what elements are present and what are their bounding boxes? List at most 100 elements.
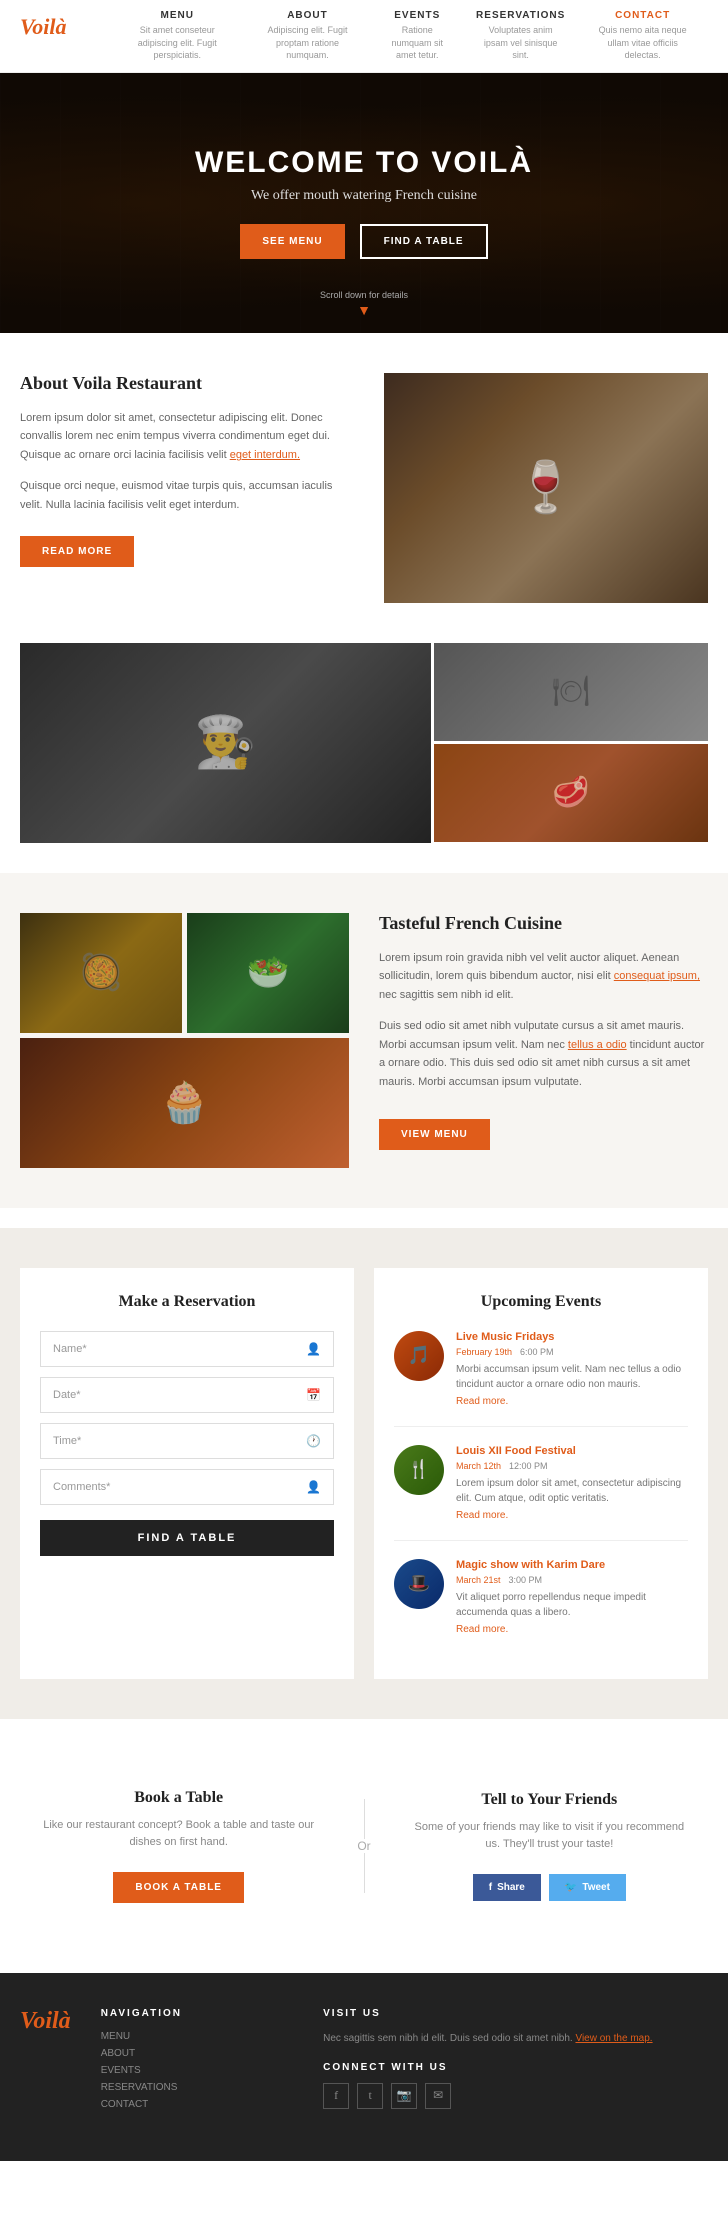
instagram-footer-icon[interactable]: 📷 <box>391 2083 417 2109</box>
fb-label: Share <box>497 1882 525 1893</box>
footer-nav-about[interactable]: ABOUT <box>101 2048 293 2059</box>
find-table-button[interactable]: FIND A TABLE <box>360 224 488 259</box>
event-date-3: March 21st <box>456 1575 501 1585</box>
events-title: Upcoming Events <box>394 1293 688 1311</box>
events-box: Upcoming Events 🎵 Live Music Fridays Feb… <box>374 1268 708 1679</box>
tw-label: Tweet <box>582 1882 610 1893</box>
name-label: Name* <box>53 1343 87 1355</box>
nav-desc-menu: Sit amet conseteur adipiscing elit. Fugi… <box>122 24 233 62</box>
event-item-3: 🎩 Magic show with Karim Dare March 21st … <box>394 1559 688 1654</box>
comments-field[interactable]: Comments* 👤 <box>40 1469 334 1505</box>
read-more-button[interactable]: READ MORE <box>20 536 134 567</box>
footer-connect-title: CONNECT WITH US <box>323 2062 708 2073</box>
footer-navigation: NAVIGATION MENU ABOUT EVENTS RESERVATION… <box>101 2008 293 2116</box>
facebook-icon: f <box>489 1882 492 1893</box>
footer-top: Voilà NAVIGATION MENU ABOUT EVENTS RESER… <box>20 2008 708 2116</box>
event-thumb-1: 🎵 <box>394 1331 444 1381</box>
footer-visit-text: Nec sagittis sem nibh id elit. Duis sed … <box>323 2031 708 2047</box>
footer-visit: VISIT US Nec sagittis sem nibh id elit. … <box>323 2008 708 2116</box>
comments-label: Comments* <box>53 1481 110 1493</box>
event-info-3: Magic show with Karim Dare March 21st 3:… <box>456 1559 688 1636</box>
social-icons: f t 📷 ✉ <box>323 2083 708 2109</box>
reservation-title: Make a Reservation <box>40 1293 334 1311</box>
facebook-share-button[interactable]: f Share <box>473 1874 541 1901</box>
event-desc-1: Morbi accumsan ipsum velit. Nam nec tell… <box>456 1362 688 1392</box>
food1-photo <box>20 913 182 1033</box>
event-readmore-3[interactable]: Read more. <box>456 1624 508 1635</box>
date-field[interactable]: Date* 📅 <box>40 1377 334 1413</box>
event-thumb-3: 🎩 <box>394 1559 444 1609</box>
nav-desc-events: Ratione numquam sit amet tetur. <box>382 24 452 62</box>
twitter-footer-icon[interactable]: t <box>357 2083 383 2109</box>
footer-nav-list: MENU ABOUT EVENTS RESERVATIONS CONTACT <box>101 2031 293 2110</box>
share-title: Tell to Your Friends <box>411 1791 688 1809</box>
event-thumb-2: 🍴 <box>394 1445 444 1495</box>
event-date-1: February 19th <box>456 1347 512 1357</box>
footer-nav-menu[interactable]: MENU <box>101 2031 293 2042</box>
footer-nav-contact[interactable]: CONTACT <box>101 2099 293 2110</box>
clock-icon: 🕐 <box>306 1434 321 1448</box>
or-text: Or <box>357 1839 370 1853</box>
twitter-share-button[interactable]: 🐦 Tweet <box>549 1874 626 1901</box>
see-menu-button[interactable]: SEE MENU <box>240 224 344 259</box>
nav-label-contact: CONTACT <box>589 10 696 21</box>
cuisine-link-2[interactable]: tellus a odio <box>568 1039 627 1051</box>
twitter-icon: 🐦 <box>565 1882 577 1893</box>
nav-desc-about: Adipiscing elit. Fugit proptam ratione n… <box>257 24 359 62</box>
about-p1: Lorem ipsum dolor sit amet, consectetur … <box>20 409 344 465</box>
event-time-3: 3:00 PM <box>509 1575 543 1585</box>
event-readmore-1[interactable]: Read more. <box>456 1396 508 1407</box>
cuisine-section: Tasteful French Cuisine Lorem ipsum roin… <box>0 873 728 1208</box>
navigation: Voilà MENU Sit amet conseteur adipiscing… <box>0 0 728 73</box>
event-meta-3: March 21st 3:00 PM <box>456 1575 688 1585</box>
nav-item-about[interactable]: ABOUT Adipiscing elit. Fugit proptam rat… <box>245 10 371 62</box>
nav-items: MENU Sit amet conseteur adipiscing elit.… <box>110 10 708 62</box>
about-title: About Voila Restaurant <box>20 373 344 394</box>
find-table-form-button[interactable]: FIND A TABLE <box>40 1520 334 1556</box>
about-image <box>384 373 708 603</box>
time-label: Time* <box>53 1435 81 1447</box>
about-p2: Quisque orci neque, euismod vitae turpis… <box>20 477 344 514</box>
about-link-1[interactable]: eget interdum. <box>230 449 300 461</box>
photo-grid <box>0 643 728 853</box>
event-desc-2: Lorem ipsum dolor sit amet, consectetur … <box>456 1476 688 1506</box>
date-label: Date* <box>53 1389 81 1401</box>
event-date-2: March 12th <box>456 1461 501 1471</box>
footer-visit-title: VISIT US <box>323 2008 708 2019</box>
email-footer-icon[interactable]: ✉ <box>425 2083 451 2109</box>
logo[interactable]: Voilà <box>20 14 80 40</box>
nav-desc-contact: Quis nemo aita neque ullam vitae officii… <box>589 24 696 62</box>
footer: Voilà NAVIGATION MENU ABOUT EVENTS RESER… <box>0 1973 728 2161</box>
facebook-footer-icon[interactable]: f <box>323 2083 349 2109</box>
food2-photo <box>187 913 349 1033</box>
book-table-button[interactable]: BOOK A TABLE <box>113 1872 244 1903</box>
book-title: Book a Table <box>40 1789 317 1807</box>
scroll-arrow-icon: ▼ <box>320 302 408 318</box>
time-field[interactable]: Time* 🕐 <box>40 1423 334 1459</box>
footer-nav-reservations[interactable]: RESERVATIONS <box>101 2082 293 2093</box>
footer-logo: Voilà <box>20 2008 71 2035</box>
name-field[interactable]: Name* 👤 <box>40 1331 334 1367</box>
food-images <box>434 643 708 843</box>
footer-map-link[interactable]: View on the map. <box>575 2033 652 2044</box>
event-meta-1: February 19th 6:00 PM <box>456 1347 688 1357</box>
cuisine-link-1[interactable]: consequat ipsum, <box>614 970 700 982</box>
view-menu-button[interactable]: VIEW MENU <box>379 1119 490 1150</box>
cuisine-text: Tasteful French Cuisine Lorem ipsum roin… <box>379 913 708 1168</box>
event-time-2: 12:00 PM <box>509 1461 548 1471</box>
res-events-section: Make a Reservation Name* 👤 Date* 📅 Time*… <box>0 1228 728 1719</box>
nav-label-reservations: RESERVATIONS <box>476 10 565 21</box>
chef-photo <box>20 643 431 843</box>
nav-item-events[interactable]: EVENTS Ratione numquam sit amet tetur. <box>370 10 464 62</box>
reservation-box: Make a Reservation Name* 👤 Date* 📅 Time*… <box>20 1268 354 1679</box>
footer-nav-title: NAVIGATION <box>101 2008 293 2019</box>
nav-item-reservations[interactable]: RESERVATIONS Voluptates anim ipsam vel s… <box>464 10 577 62</box>
event-info-2: Louis XII Food Festival March 12th 12:00… <box>456 1445 688 1522</box>
about-text: About Voila Restaurant Lorem ipsum dolor… <box>20 373 364 603</box>
cuisine-p2: Duis sed odio sit amet nibh vulputate cu… <box>379 1017 708 1092</box>
nav-item-contact[interactable]: CONTACT Quis nemo aita neque ullam vitae… <box>577 10 708 62</box>
event-readmore-2[interactable]: Read more. <box>456 1510 508 1521</box>
footer-nav-events[interactable]: EVENTS <box>101 2065 293 2076</box>
nav-item-menu[interactable]: MENU Sit amet conseteur adipiscing elit.… <box>110 10 245 62</box>
nav-label-events: EVENTS <box>382 10 452 21</box>
